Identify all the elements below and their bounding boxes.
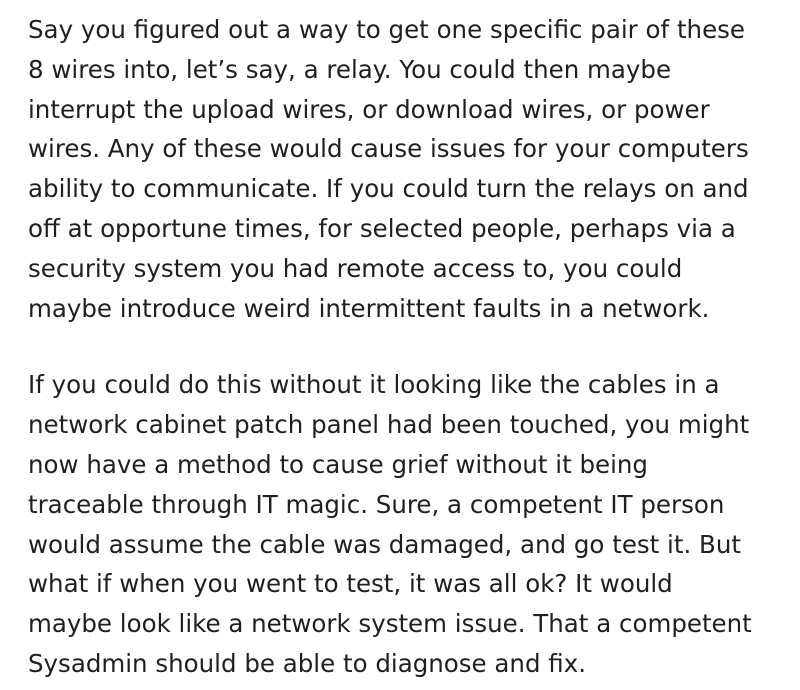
text-line: Sysadmin should be able to diagnose and …	[28, 648, 587, 678]
text-line: wires. Any of these would cause issues f…	[28, 134, 749, 164]
post-paragraph-1: Say you figured out a way to get one spe…	[28, 10, 788, 328]
text-line: maybe look like a network system issue. …	[28, 609, 752, 639]
text-line: off at opportune times, for selected peo…	[28, 213, 736, 243]
text-line: If you could do this without it looking …	[28, 370, 720, 400]
text-line: interrupt the upload wires, or download …	[28, 94, 710, 124]
text-line: ability to communicate. If you could tur…	[28, 174, 749, 204]
text-line: maybe introduce weird intermittent fault…	[28, 293, 710, 323]
text-line: now have a method to cause grief without…	[28, 449, 648, 479]
text-line: Say you figured out a way to get one spe…	[28, 15, 745, 44]
text-line: traceable through IT magic. Sure, a comp…	[28, 489, 725, 519]
text-line: security system you had remote access to…	[28, 253, 683, 283]
text-line: 8 wires into, let’s say, a relay. You co…	[28, 54, 672, 84]
text-line: would assume the cable was damaged, and …	[28, 529, 741, 559]
post-body: Say you figured out a way to get one spe…	[28, 10, 788, 684]
text-line: network cabinet patch panel had been tou…	[28, 410, 750, 440]
text-line: what if when you went to test, it was al…	[28, 569, 673, 599]
post-paragraph-2: If you could do this without it looking …	[28, 365, 788, 683]
